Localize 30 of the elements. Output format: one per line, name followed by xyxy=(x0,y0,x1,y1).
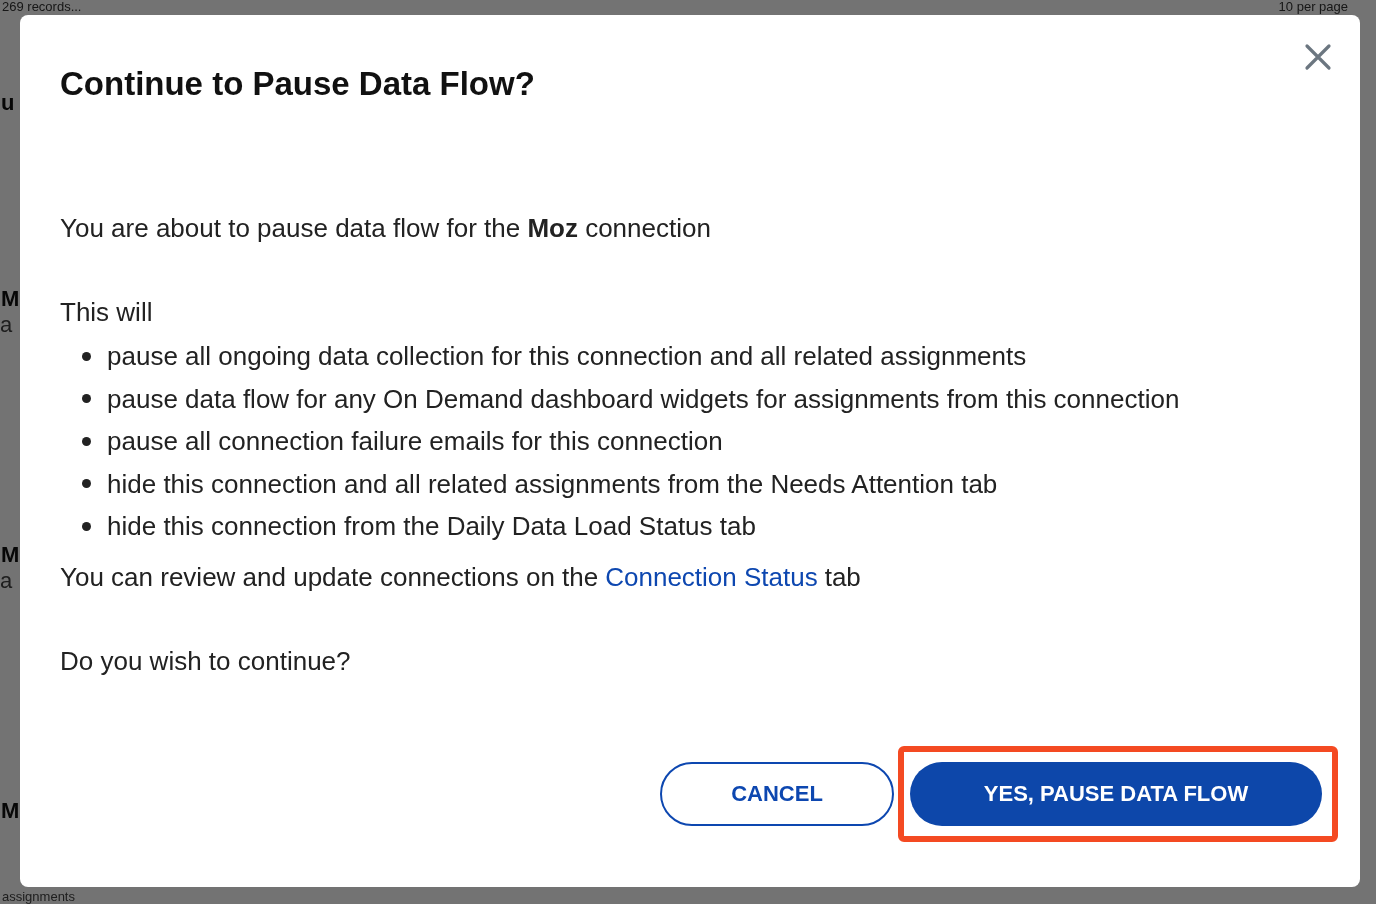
list-heading: This will xyxy=(60,296,154,329)
per-page-label: 10 per page xyxy=(1278,0,1348,14)
dialog-message: You are about to pause data flow for the Moz connection xyxy=(60,212,712,245)
connection-status-link[interactable]: Connection Status xyxy=(605,559,818,594)
confirm-button[interactable]: YES, PAUSE DATA FLOW xyxy=(910,761,1322,826)
row-subtitle: a xyxy=(0,312,13,338)
list-item: pause data flow for any On Demand dashboard widgets for assignments from this connection xyxy=(107,382,1180,416)
review-text: You can review and update connections on the xyxy=(60,560,599,594)
bullet-icon xyxy=(82,479,91,489)
question-text: Do you wish to continue? xyxy=(60,644,352,678)
list-item: hide this connection from the Daily Data Load Status tab xyxy=(107,510,756,544)
bullet-icon xyxy=(82,436,91,446)
list-item: pause all connection failure emails for this connection xyxy=(107,425,723,459)
row-title: M xyxy=(0,286,20,312)
review-text: tab xyxy=(824,560,861,594)
cancel-button[interactable]: CANCEL xyxy=(660,761,894,826)
row-title: u xyxy=(0,90,15,116)
dialog-title: Continue to Pause Data Flow? xyxy=(60,64,536,104)
list-item: hide this connection and all related assignments from the Needs Attention tab xyxy=(107,467,998,501)
bullet-icon xyxy=(82,394,91,404)
bullet-icon xyxy=(82,351,91,361)
record-count: 269 records... xyxy=(2,0,82,14)
row-subtitle: a xyxy=(0,568,13,594)
row-subtitle: assignments xyxy=(2,890,75,904)
row-title: M xyxy=(0,542,20,568)
list-item: pause all ongoing data collection for this connection and all related assignments xyxy=(107,340,1027,374)
close-icon xyxy=(1304,43,1332,71)
row-title: M xyxy=(0,798,20,824)
bullet-icon xyxy=(82,521,91,531)
close-button[interactable] xyxy=(1304,43,1332,71)
